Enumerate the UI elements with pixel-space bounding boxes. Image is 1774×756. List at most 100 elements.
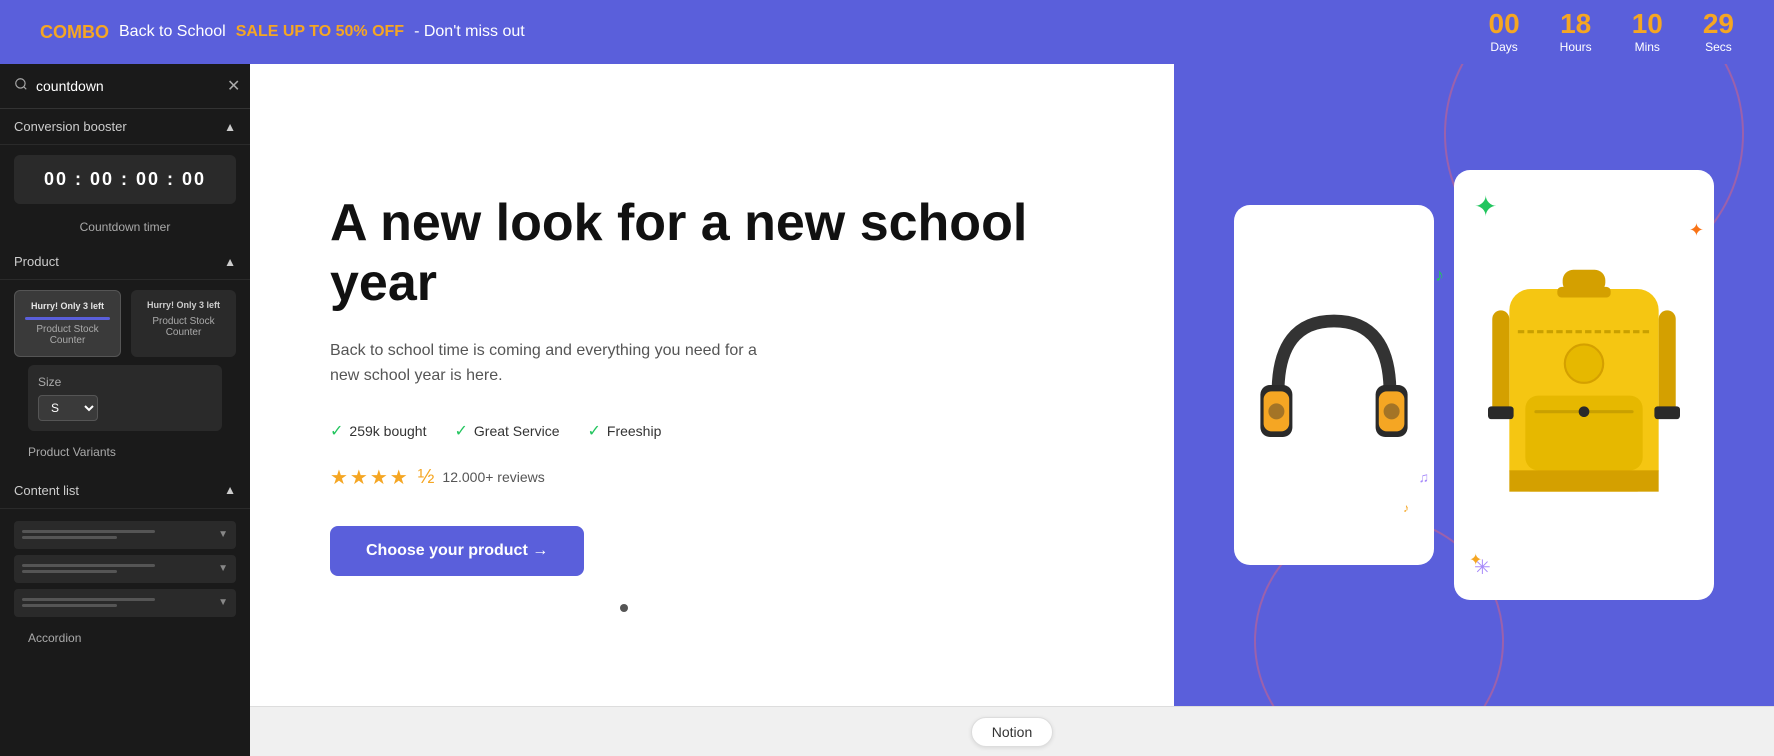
countdown-display: 00 : 00 : 00 : 00 bbox=[44, 169, 206, 189]
sparkle-purple-icon: ✳ bbox=[1474, 555, 1491, 580]
countdown-mins-num: 10 bbox=[1632, 10, 1663, 38]
countdown-secs-label: Secs bbox=[1705, 40, 1732, 54]
list-line bbox=[22, 598, 155, 601]
countdown-timer-label: Countdown timer bbox=[14, 220, 236, 234]
banner-back-to-school: Back to School bbox=[119, 23, 226, 41]
notion-bar: Notion bbox=[250, 706, 1774, 756]
notion-badge[interactable]: Notion bbox=[971, 717, 1053, 747]
list-item[interactable]: ▼ bbox=[14, 589, 236, 617]
chevron-down-icon: ▼ bbox=[218, 597, 228, 608]
countdown-secs: 29 Secs bbox=[1703, 10, 1734, 54]
chevron-up-icon-product: ▲ bbox=[224, 255, 236, 269]
reviews-text: 12.000+ reviews bbox=[442, 469, 544, 485]
stock-card-dark-sublabel: Product Stock Counter bbox=[25, 324, 110, 346]
badge-service-text: Great Service bbox=[474, 423, 560, 439]
list-item-lines bbox=[22, 530, 212, 539]
accordion-label: Accordion bbox=[14, 623, 236, 653]
music-note-icon: ♪ bbox=[1435, 265, 1444, 286]
banner-combo: COMBO bbox=[40, 22, 109, 43]
sidebar: ✕ Conversion booster ▲ 00 : 00 : 00 : 00… bbox=[0, 64, 250, 756]
search-icon bbox=[14, 77, 28, 96]
list-line bbox=[22, 530, 155, 533]
countdown-secs-num: 29 bbox=[1703, 10, 1734, 38]
choose-product-button[interactable]: Choose your product → bbox=[330, 526, 584, 576]
sidebar-section-content-list[interactable]: Content list ▲ bbox=[0, 473, 250, 509]
product-images-grid: ♪ ♫ ♪ bbox=[1234, 170, 1714, 600]
countdown-mins: 10 Mins bbox=[1632, 10, 1663, 54]
countdown-days: 00 Days bbox=[1489, 10, 1520, 54]
hero-badges: ✓ 259k bought ✓ Great Service ✓ Freeship bbox=[330, 421, 1094, 441]
sparkle-pink-icon: ✦ bbox=[1689, 220, 1704, 241]
list-line bbox=[22, 564, 155, 567]
countdown-hours-label: Hours bbox=[1560, 40, 1592, 54]
content-list-label: Content list bbox=[14, 483, 79, 498]
chevron-down-icon: ▼ bbox=[218, 563, 228, 574]
product-card-list: Hurry! Only 3 left Product Stock Counter… bbox=[14, 290, 236, 357]
chevron-up-icon: ▲ bbox=[224, 120, 236, 134]
banner-countdown: 00 Days 18 Hours 10 Mins 29 Secs bbox=[1489, 10, 1734, 54]
stock-card-light-sublabel: Product Stock Counter bbox=[141, 316, 226, 338]
countdown-hours: 18 Hours bbox=[1560, 10, 1592, 54]
badge-bought: ✓ 259k bought bbox=[330, 421, 426, 441]
size-widget: Size S M L XL bbox=[28, 365, 222, 431]
banner-sale: SALE UP TO 50% OFF bbox=[236, 23, 404, 41]
sidebar-product-section: Hurry! Only 3 left Product Stock Counter… bbox=[0, 280, 250, 473]
check-icon: ✓ bbox=[454, 421, 467, 441]
size-label: Size bbox=[38, 375, 212, 389]
product-stock-card-dark[interactable]: Hurry! Only 3 left Product Stock Counter bbox=[14, 290, 121, 357]
chevron-up-icon-content: ▲ bbox=[224, 483, 236, 497]
cursor-indicator bbox=[620, 604, 628, 612]
badge-freeship: ✓ Freeship bbox=[587, 421, 661, 441]
hero-left: A new look for a new school year Back to… bbox=[250, 64, 1174, 706]
search-input[interactable] bbox=[36, 78, 217, 94]
sidebar-content-list: ▼ ▼ ▼ Accordion bbox=[0, 509, 250, 659]
product-variants-label: Product Variants bbox=[14, 437, 236, 463]
product-stock-card-light[interactable]: Hurry! Only 3 left Product Stock Counter bbox=[131, 290, 236, 357]
stock-card-dark-label: Hurry! Only 3 left bbox=[25, 301, 110, 313]
product-section-label: Product bbox=[14, 254, 59, 269]
list-line bbox=[22, 536, 117, 539]
sparkle-green-icon: ✦ bbox=[1474, 190, 1497, 223]
list-item[interactable]: ▼ bbox=[14, 521, 236, 549]
hero-right: ♪ ♫ ♪ bbox=[1174, 64, 1774, 706]
banner-left: COMBO Back to School SALE UP TO 50% OFF … bbox=[40, 22, 525, 43]
stock-card-light-label: Hurry! Only 3 left bbox=[141, 300, 226, 312]
hero-stars: ★★★★ ½ 12.000+ reviews bbox=[330, 465, 1094, 490]
banner-miss: - Don't miss out bbox=[414, 23, 525, 41]
top-banner: COMBO Back to School SALE UP TO 50% OFF … bbox=[0, 0, 1774, 64]
chevron-down-icon: ▼ bbox=[218, 529, 228, 540]
list-item-lines bbox=[22, 564, 212, 573]
list-item[interactable]: ▼ bbox=[14, 555, 236, 583]
content-list-items: ▼ ▼ ▼ bbox=[14, 521, 236, 617]
list-line bbox=[22, 570, 117, 573]
countdown-days-label: Days bbox=[1490, 40, 1517, 54]
headphones-card: ♪ ♫ ♪ bbox=[1234, 205, 1434, 565]
badge-freeship-text: Freeship bbox=[607, 423, 661, 439]
countdown-days-num: 00 bbox=[1489, 10, 1520, 38]
hero-section: A new look for a new school year Back to… bbox=[250, 64, 1774, 706]
badge-service: ✓ Great Service bbox=[454, 421, 559, 441]
content-area: A new look for a new school year Back to… bbox=[250, 64, 1774, 756]
countdown-hours-num: 18 bbox=[1560, 10, 1591, 38]
backpack-card: ✦ ✦ ✦ ✳ bbox=[1454, 170, 1714, 600]
sidebar-section-product[interactable]: Product ▲ bbox=[0, 244, 250, 280]
sidebar-search[interactable]: ✕ bbox=[0, 64, 250, 109]
countdown-mins-label: Mins bbox=[1635, 40, 1660, 54]
check-icon: ✓ bbox=[330, 421, 343, 441]
hero-title: A new look for a new school year bbox=[330, 194, 1094, 314]
conversion-booster-label: Conversion booster bbox=[14, 119, 127, 134]
size-select[interactable]: S M L XL bbox=[38, 395, 98, 421]
star-rating: ★★★★ bbox=[330, 465, 410, 490]
star-half: ½ bbox=[418, 466, 435, 489]
headphones-image bbox=[1254, 285, 1414, 485]
list-item-lines bbox=[22, 598, 212, 607]
music-note-icon: ♫ bbox=[1419, 469, 1430, 485]
search-clear-button[interactable]: ✕ bbox=[225, 74, 242, 98]
countdown-timer-widget: 00 : 00 : 00 : 00 bbox=[14, 155, 236, 204]
main-layout: ✕ Conversion booster ▲ 00 : 00 : 00 : 00… bbox=[0, 64, 1774, 756]
hero-subtitle: Back to school time is coming and everyt… bbox=[330, 338, 770, 389]
sidebar-section-conversion-booster[interactable]: Conversion booster ▲ bbox=[0, 109, 250, 145]
check-icon: ✓ bbox=[587, 421, 600, 441]
music-note-icon: ♪ bbox=[1403, 501, 1409, 515]
list-line bbox=[22, 604, 117, 607]
